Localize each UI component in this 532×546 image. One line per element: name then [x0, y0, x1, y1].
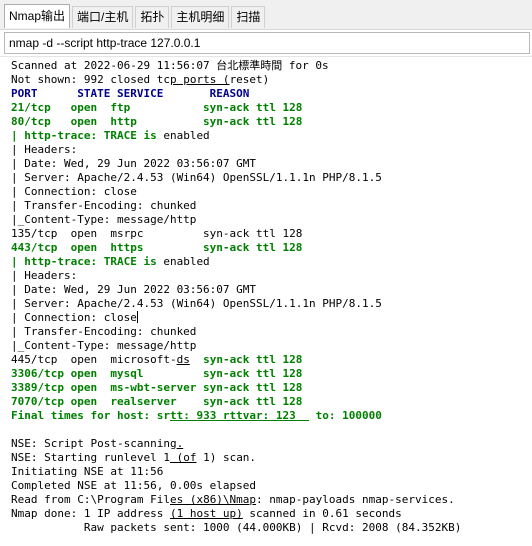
- nmap-output-pane[interactable]: Scanned at 2022-06-29 11:56:07 台北標準時間 fo…: [0, 56, 532, 546]
- output-line-not-shown: Not shown: 992 closed tcp ports (reset): [11, 73, 461, 87]
- zenmap-window: Nmap输出 端口/主机 拓扑 主机明细 扫描 Scanned at 2022-…: [0, 0, 532, 546]
- output-line-date: | Date: Wed, 29 Jun 2022 03:56:07 GMT: [11, 157, 257, 170]
- output-seg: (of: [169, 451, 197, 464]
- tab-scans[interactable]: 扫描: [231, 6, 266, 28]
- output-line-connection: | Connection: close: [11, 311, 461, 325]
- output-line-trace: | http-trace: TRACE is enabled: [11, 129, 461, 143]
- output-line-read-from: Read from C:\Program Files (x86)\Nmap: n…: [11, 493, 461, 507]
- output-line-nmap-done: Nmap done: 1 IP address (1 host up) scan…: [11, 507, 461, 521]
- output-line-port-445: 445/tcp open microsoft-ds syn-ack ttl 12…: [11, 353, 461, 367]
- output-seg: p ports (: [169, 73, 230, 86]
- output-blank-line: [11, 423, 461, 437]
- output-seg: | http-trace: TRACE is: [11, 255, 157, 268]
- output-line-init-nse: Initiating NSE at 11:56: [11, 465, 164, 478]
- output-line-trace: | http-trace: TRACE is enabled: [11, 255, 461, 269]
- output-seg: scanned in 0.61 seconds: [242, 507, 402, 520]
- output-seg: : nmap-payloads nmap-services.: [256, 493, 455, 506]
- output-line-transfer-encoding: | Transfer-Encoding: chunked: [11, 325, 197, 338]
- text-caret: [136, 311, 138, 323]
- output-line-server: | Server: Apache/2.4.53 (Win64) OpenSSL/…: [11, 171, 382, 184]
- output-line-final-times: Final times for host: srtt: 933 rttvar: …: [11, 409, 461, 423]
- output-line-headers: | Headers:: [11, 269, 78, 282]
- output-seg: tt: 933 rttvar: 123: [169, 409, 310, 422]
- output-seg: to: 100000: [309, 409, 382, 422]
- tab-nmap-output[interactable]: Nmap输出: [4, 4, 71, 28]
- tab-topology[interactable]: 拓扑: [135, 6, 170, 28]
- output-line-port-443: 443/tcp open https syn-ack ttl 128: [11, 241, 303, 254]
- output-seg: NSE: Starting runlevel 1: [11, 451, 170, 464]
- output-line-connection: | Connection: close: [11, 185, 137, 198]
- output-seg: 445/tcp open microsoft-: [11, 353, 177, 366]
- output-line-headers: | Headers:: [11, 143, 78, 156]
- output-line-raw-packets: Raw packets sent: 1000 (44.000KB) | Rcvd…: [11, 521, 462, 534]
- output-seg: ds: [176, 353, 190, 366]
- output-seg: Nmap done: 1 IP address: [11, 507, 170, 520]
- tab-bar: Nmap输出 端口/主机 拓扑 主机明细 扫描: [0, 0, 532, 30]
- tab-ports-hosts[interactable]: 端口/主机: [72, 6, 134, 28]
- output-line-date: | Date: Wed, 29 Jun 2022 03:56:07 GMT: [11, 283, 257, 296]
- output-line-port-135: 135/tcp open msrpc syn-ack ttl 128: [11, 227, 303, 240]
- output-seg: es (x86)\Nmap: [169, 493, 257, 506]
- output-line-scanned: Scanned at 2022-06-29 11:56:07 台北標準時間 fo…: [11, 59, 329, 72]
- tab-list: Nmap输出 端口/主机 拓扑 主机明细 扫描: [4, 4, 267, 28]
- output-line-port-3306: 3306/tcp open mysql syn-ack ttl 128: [11, 367, 303, 380]
- tab-host-details[interactable]: 主机明细: [171, 6, 230, 28]
- output-seg: Final times for host: sr: [11, 409, 170, 422]
- output-line-port-21: 21/tcp open ftp syn-ack ttl 128: [11, 101, 303, 114]
- output-line-port-7070: 7070/tcp open realserver syn-ack ttl 128: [11, 395, 303, 408]
- output-seg: Not shown: 992 closed tc: [11, 73, 170, 86]
- output-seg: enabled: [156, 129, 210, 142]
- output-line-transfer-encoding: | Transfer-Encoding: chunked: [11, 199, 197, 212]
- output-seg: | Connection: close: [11, 311, 137, 324]
- output-line-header: PORT STATE SERVICE REASON: [11, 87, 250, 100]
- output-seg: .: [176, 437, 184, 450]
- output-line-completed-nse: Completed NSE at 11:56, 0.00s elapsed: [11, 479, 257, 492]
- output-line-port-3389: 3389/tcp open ms-wbt-server syn-ack ttl …: [11, 381, 303, 394]
- output-line-nse-post: NSE: Script Post-scanning.: [11, 437, 461, 451]
- output-seg: 1) scan.: [196, 451, 257, 464]
- output-line-content-type: |_Content-Type: message/http: [11, 213, 197, 226]
- output-seg: reset): [229, 73, 270, 86]
- command-bar: [4, 32, 530, 54]
- nmap-output-text: Scanned at 2022-06-29 11:56:07 台北標準時間 fo…: [11, 59, 461, 535]
- output-line-nse-runlevel: NSE: Starting runlevel 1 (of 1) scan.: [11, 451, 461, 465]
- command-input[interactable]: [5, 33, 529, 53]
- output-seg: Read from C:\Program Fil: [11, 493, 170, 506]
- output-seg: | http-trace: TRACE is: [11, 129, 157, 142]
- output-seg: NSE: Script Post-scanning: [11, 437, 177, 450]
- output-line-port-80: 80/tcp open http syn-ack ttl 128: [11, 115, 303, 128]
- output-line-server: | Server: Apache/2.4.53 (Win64) OpenSSL/…: [11, 297, 382, 310]
- output-seg: (1 host up): [169, 507, 243, 520]
- output-line-content-type: |_Content-Type: message/http: [11, 339, 197, 352]
- output-seg: syn-ack ttl 128: [189, 353, 303, 366]
- output-seg: enabled: [156, 255, 210, 268]
